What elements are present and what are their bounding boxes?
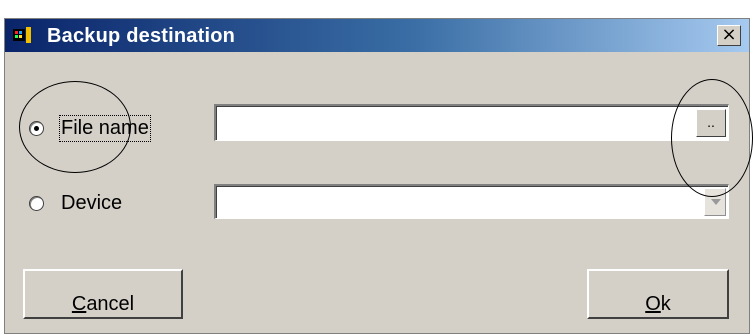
dropdown-arrow-button[interactable]: [704, 188, 726, 216]
device-dropdown[interactable]: [214, 184, 729, 219]
close-button[interactable]: ×: [717, 25, 741, 46]
app-icon: [13, 27, 31, 43]
device-label[interactable]: Device: [61, 192, 122, 215]
ok-label: Ok: [645, 293, 671, 315]
backup-destination-dialog: Backup destination × File name .. Device…: [4, 18, 753, 334]
chevron-down-icon: [711, 199, 721, 205]
title-bar[interactable]: Backup destination ×: [5, 19, 749, 52]
dialog-title: Backup destination: [47, 25, 236, 47]
device-radio[interactable]: [29, 196, 44, 211]
radio-selected-dot: [34, 126, 39, 131]
close-icon: ×: [721, 24, 737, 45]
browse-button[interactable]: ..: [696, 109, 726, 137]
cancel-button[interactable]: Cancel: [23, 269, 183, 319]
file-name-radio[interactable]: [29, 121, 44, 136]
cancel-label: Cancel: [71, 293, 135, 315]
file-name-label[interactable]: File name: [59, 115, 151, 142]
ok-button[interactable]: Ok: [587, 269, 729, 319]
file-name-input[interactable]: ..: [214, 104, 729, 141]
